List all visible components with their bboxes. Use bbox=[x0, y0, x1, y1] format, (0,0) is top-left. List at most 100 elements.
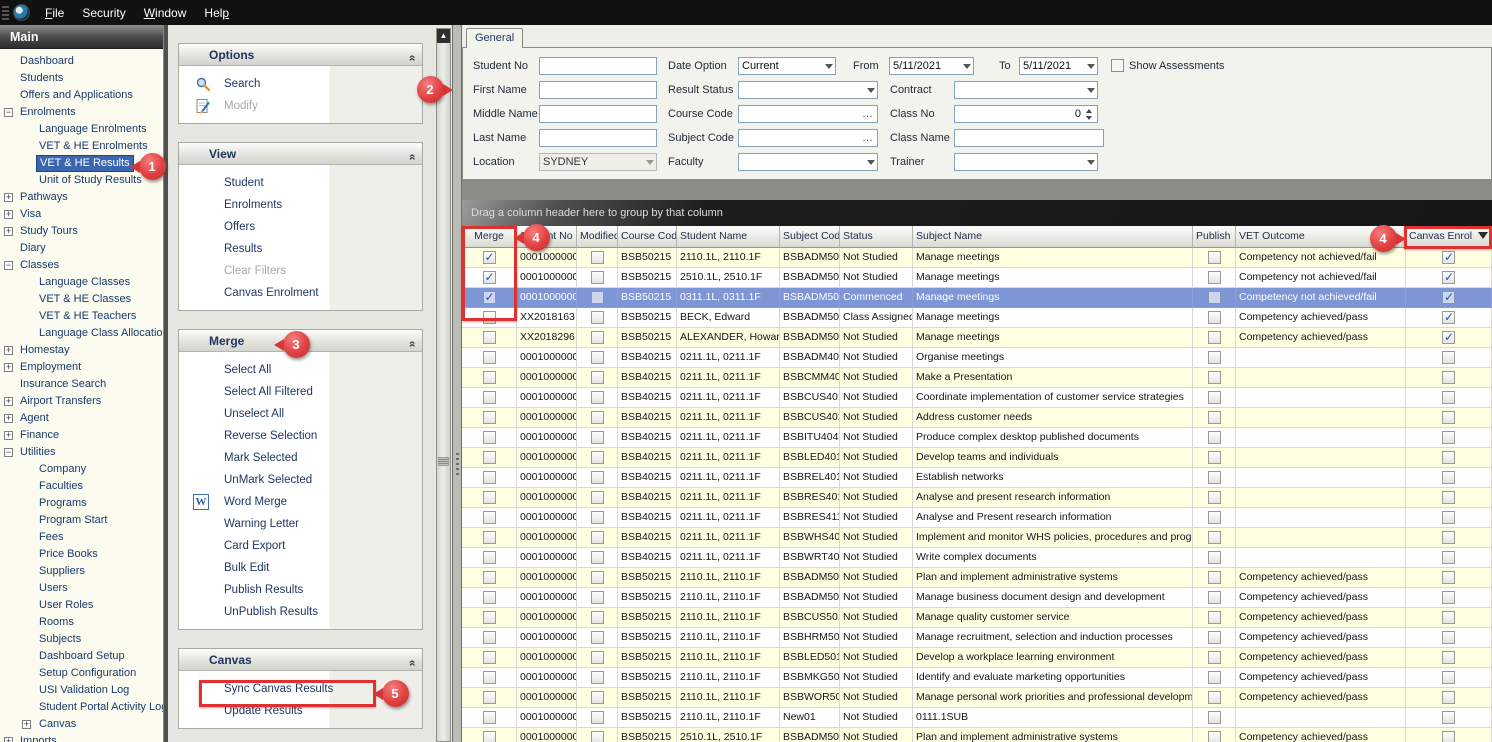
cell-publish[interactable] bbox=[1193, 468, 1236, 488]
cell-publish[interactable] bbox=[1193, 448, 1236, 468]
modified-checkbox[interactable] bbox=[591, 631, 604, 644]
cell-canvas[interactable] bbox=[1406, 528, 1492, 548]
cell-merge[interactable] bbox=[462, 508, 517, 528]
modified-checkbox[interactable] bbox=[591, 471, 604, 484]
faculty-select[interactable] bbox=[738, 153, 878, 171]
sidebar-item-study-tours[interactable]: +Study Tours bbox=[0, 223, 163, 240]
sidebar-item-pathways[interactable]: +Pathways bbox=[0, 189, 163, 206]
modified-checkbox[interactable] bbox=[591, 671, 604, 684]
expand-icon[interactable]: + bbox=[22, 720, 31, 729]
collapse-chevron-icon[interactable]: » bbox=[401, 55, 423, 62]
column-header-publish[interactable]: Publish bbox=[1193, 226, 1236, 248]
cell-modified[interactable] bbox=[577, 488, 618, 508]
sidebar-item-user-roles[interactable]: User Roles bbox=[0, 597, 163, 614]
section-header-view[interactable]: View» bbox=[179, 143, 422, 165]
merge-checkbox[interactable] bbox=[483, 691, 496, 704]
cell-merge[interactable] bbox=[462, 608, 517, 628]
merge-checkbox[interactable] bbox=[483, 611, 496, 624]
location-select[interactable]: SYDNEY bbox=[539, 153, 657, 171]
table-row[interactable]: XX2018163BSB50215BECK, EdwardBSBADM502Cl… bbox=[462, 308, 1492, 328]
merge-checkbox[interactable] bbox=[483, 531, 496, 544]
table-row[interactable]: 0001000000BSB502150311.1L, 0311.1FBSBADM… bbox=[462, 288, 1492, 308]
modified-checkbox[interactable] bbox=[591, 611, 604, 624]
merge-checkbox[interactable] bbox=[483, 511, 496, 524]
student-no-input[interactable] bbox=[539, 57, 657, 75]
cell-publish[interactable] bbox=[1193, 568, 1236, 588]
action-canvas-enrolment[interactable]: Canvas Enrolment bbox=[179, 282, 422, 304]
sidebar-item-canvas[interactable]: +Canvas bbox=[0, 716, 163, 733]
publish-checkbox[interactable] bbox=[1208, 251, 1221, 264]
show-assessments-checkbox[interactable] bbox=[1111, 59, 1124, 72]
modified-checkbox[interactable] bbox=[591, 351, 604, 364]
modified-checkbox[interactable] bbox=[591, 451, 604, 464]
cell-modified[interactable] bbox=[577, 308, 618, 328]
table-row[interactable]: 0001000000BSB502152510.1L, 2510.1FBSBADM… bbox=[462, 728, 1492, 742]
expand-icon[interactable]: + bbox=[4, 363, 13, 372]
sidebar-item-rooms[interactable]: Rooms bbox=[0, 614, 163, 631]
publish-checkbox[interactable] bbox=[1208, 551, 1221, 564]
merge-checkbox[interactable] bbox=[483, 591, 496, 604]
table-row[interactable]: 0001000000BSB502152110.1L, 2110.1FBSBADM… bbox=[462, 248, 1492, 268]
column-header-canvas[interactable]: Canvas Enrol bbox=[1406, 226, 1492, 248]
action-card-export[interactable]: Card Export bbox=[179, 535, 422, 557]
class-no-stepper[interactable]: 0 bbox=[954, 105, 1098, 123]
merge-checkbox[interactable] bbox=[483, 491, 496, 504]
sidebar-item-program-start[interactable]: Program Start bbox=[0, 512, 163, 529]
cell-canvas[interactable] bbox=[1406, 268, 1492, 288]
sidebar-item-visa[interactable]: +Visa bbox=[0, 206, 163, 223]
merge-checkbox[interactable] bbox=[483, 711, 496, 724]
collapse-chevron-icon[interactable]: » bbox=[401, 660, 423, 667]
canvas-checkbox[interactable] bbox=[1442, 291, 1455, 304]
publish-checkbox[interactable] bbox=[1208, 471, 1221, 484]
canvas-checkbox[interactable] bbox=[1442, 571, 1455, 584]
cell-merge[interactable] bbox=[462, 688, 517, 708]
publish-checkbox[interactable] bbox=[1208, 711, 1221, 724]
section-header-options[interactable]: Options» bbox=[179, 44, 422, 66]
action-warning-letter[interactable]: Warning Letter bbox=[179, 513, 422, 535]
class-name-input[interactable] bbox=[954, 129, 1104, 147]
table-row[interactable]: 0001000000BSB402150211.1L, 0211.1FBSBLED… bbox=[462, 448, 1492, 468]
action-unpublish-results[interactable]: UnPublish Results bbox=[179, 601, 422, 623]
collapse-chevron-icon[interactable]: » bbox=[401, 154, 423, 161]
action-student[interactable]: Student bbox=[179, 172, 422, 194]
cell-publish[interactable] bbox=[1193, 348, 1236, 368]
sidebar-item-airport-transfers[interactable]: +Airport Transfers bbox=[0, 393, 163, 410]
cell-merge[interactable] bbox=[462, 708, 517, 728]
merge-checkbox[interactable] bbox=[483, 551, 496, 564]
last-name-input[interactable] bbox=[539, 129, 657, 147]
toolbar-grip[interactable] bbox=[2, 4, 9, 22]
tab-general[interactable]: General bbox=[466, 28, 523, 48]
cell-modified[interactable] bbox=[577, 548, 618, 568]
cell-modified[interactable] bbox=[577, 328, 618, 348]
cell-merge[interactable] bbox=[462, 548, 517, 568]
merge-checkbox[interactable] bbox=[483, 731, 496, 742]
cell-merge[interactable] bbox=[462, 368, 517, 388]
canvas-checkbox[interactable] bbox=[1442, 331, 1455, 344]
modified-checkbox[interactable] bbox=[591, 391, 604, 404]
cell-modified[interactable] bbox=[577, 348, 618, 368]
sidebar-item-language-classes[interactable]: Language Classes bbox=[0, 274, 163, 291]
cell-modified[interactable] bbox=[577, 448, 618, 468]
canvas-checkbox[interactable] bbox=[1442, 651, 1455, 664]
cell-publish[interactable] bbox=[1193, 708, 1236, 728]
merge-checkbox[interactable] bbox=[483, 271, 496, 284]
cell-canvas[interactable] bbox=[1406, 328, 1492, 348]
cell-merge[interactable] bbox=[462, 448, 517, 468]
collapse-icon[interactable]: − bbox=[4, 108, 13, 117]
cell-merge[interactable] bbox=[462, 568, 517, 588]
modified-checkbox[interactable] bbox=[591, 371, 604, 384]
publish-checkbox[interactable] bbox=[1208, 351, 1221, 364]
publish-checkbox[interactable] bbox=[1208, 411, 1221, 424]
sidebar-item-students[interactable]: Students bbox=[0, 70, 163, 87]
cell-canvas[interactable] bbox=[1406, 588, 1492, 608]
cell-publish[interactable] bbox=[1193, 248, 1236, 268]
sidebar-item-enrolments[interactable]: −Enrolments bbox=[0, 104, 163, 121]
merge-checkbox[interactable] bbox=[483, 631, 496, 644]
expand-icon[interactable]: + bbox=[4, 397, 13, 406]
contract-select[interactable] bbox=[954, 81, 1098, 99]
expand-icon[interactable]: + bbox=[4, 227, 13, 236]
publish-checkbox[interactable] bbox=[1208, 591, 1221, 604]
modified-checkbox[interactable] bbox=[591, 411, 604, 424]
modified-checkbox[interactable] bbox=[591, 311, 604, 324]
publish-checkbox[interactable] bbox=[1208, 311, 1221, 324]
